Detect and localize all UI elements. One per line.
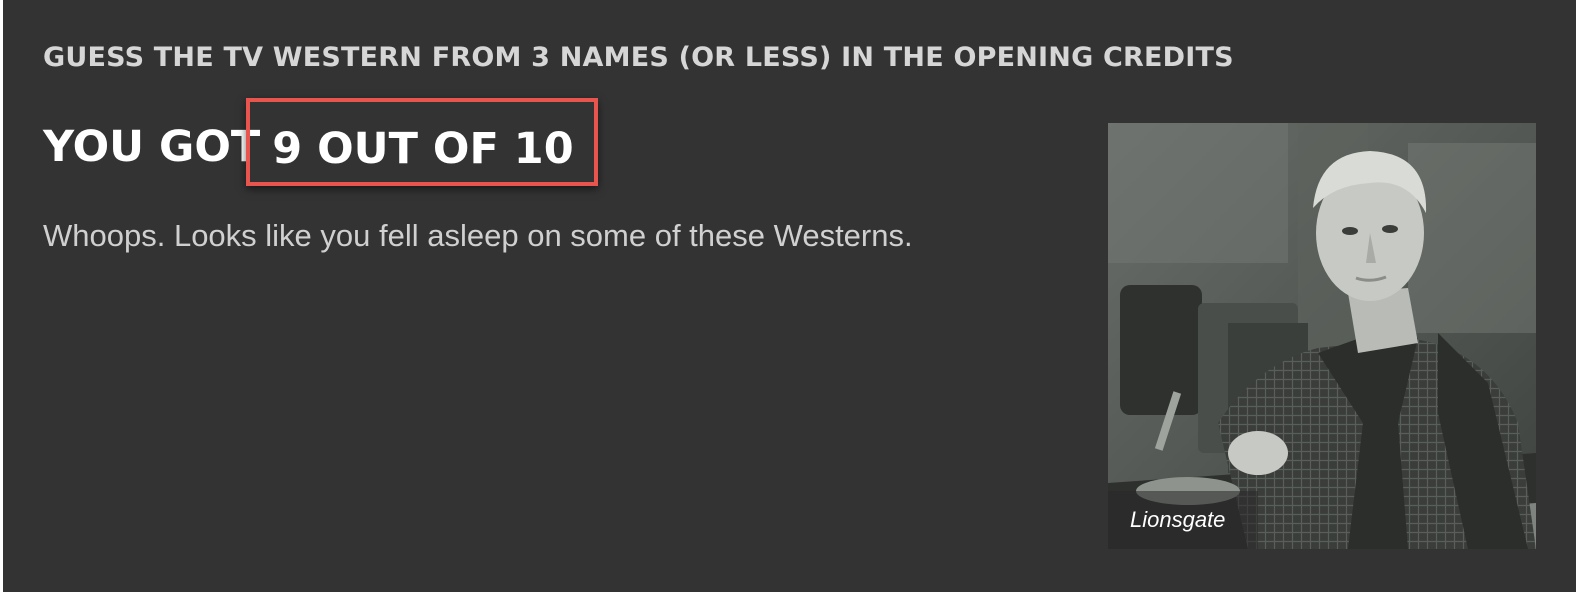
result-photo: Lionsgate (1108, 123, 1536, 549)
quiz-result-panel: GUESS THE TV WESTERN FROM 3 NAMES (OR LE… (3, 0, 1576, 592)
score-text: 9 OUT OF 10 (272, 124, 574, 174)
photo-credit: Lionsgate (1108, 491, 1258, 549)
score-highlight-box: 9 OUT OF 10 (246, 98, 598, 186)
photo-credit-text: Lionsgate (1130, 507, 1226, 532)
result-message: Whoops. Looks like you fell asleep on so… (43, 218, 913, 253)
quiz-title: GUESS THE TV WESTERN FROM 3 NAMES (OR LE… (43, 42, 1234, 73)
result-heading: YOU GOT 9 OUT OF 10 (43, 98, 598, 186)
cowboy-photo-illustration (1108, 123, 1536, 549)
result-prefix: YOU GOT (43, 122, 261, 172)
